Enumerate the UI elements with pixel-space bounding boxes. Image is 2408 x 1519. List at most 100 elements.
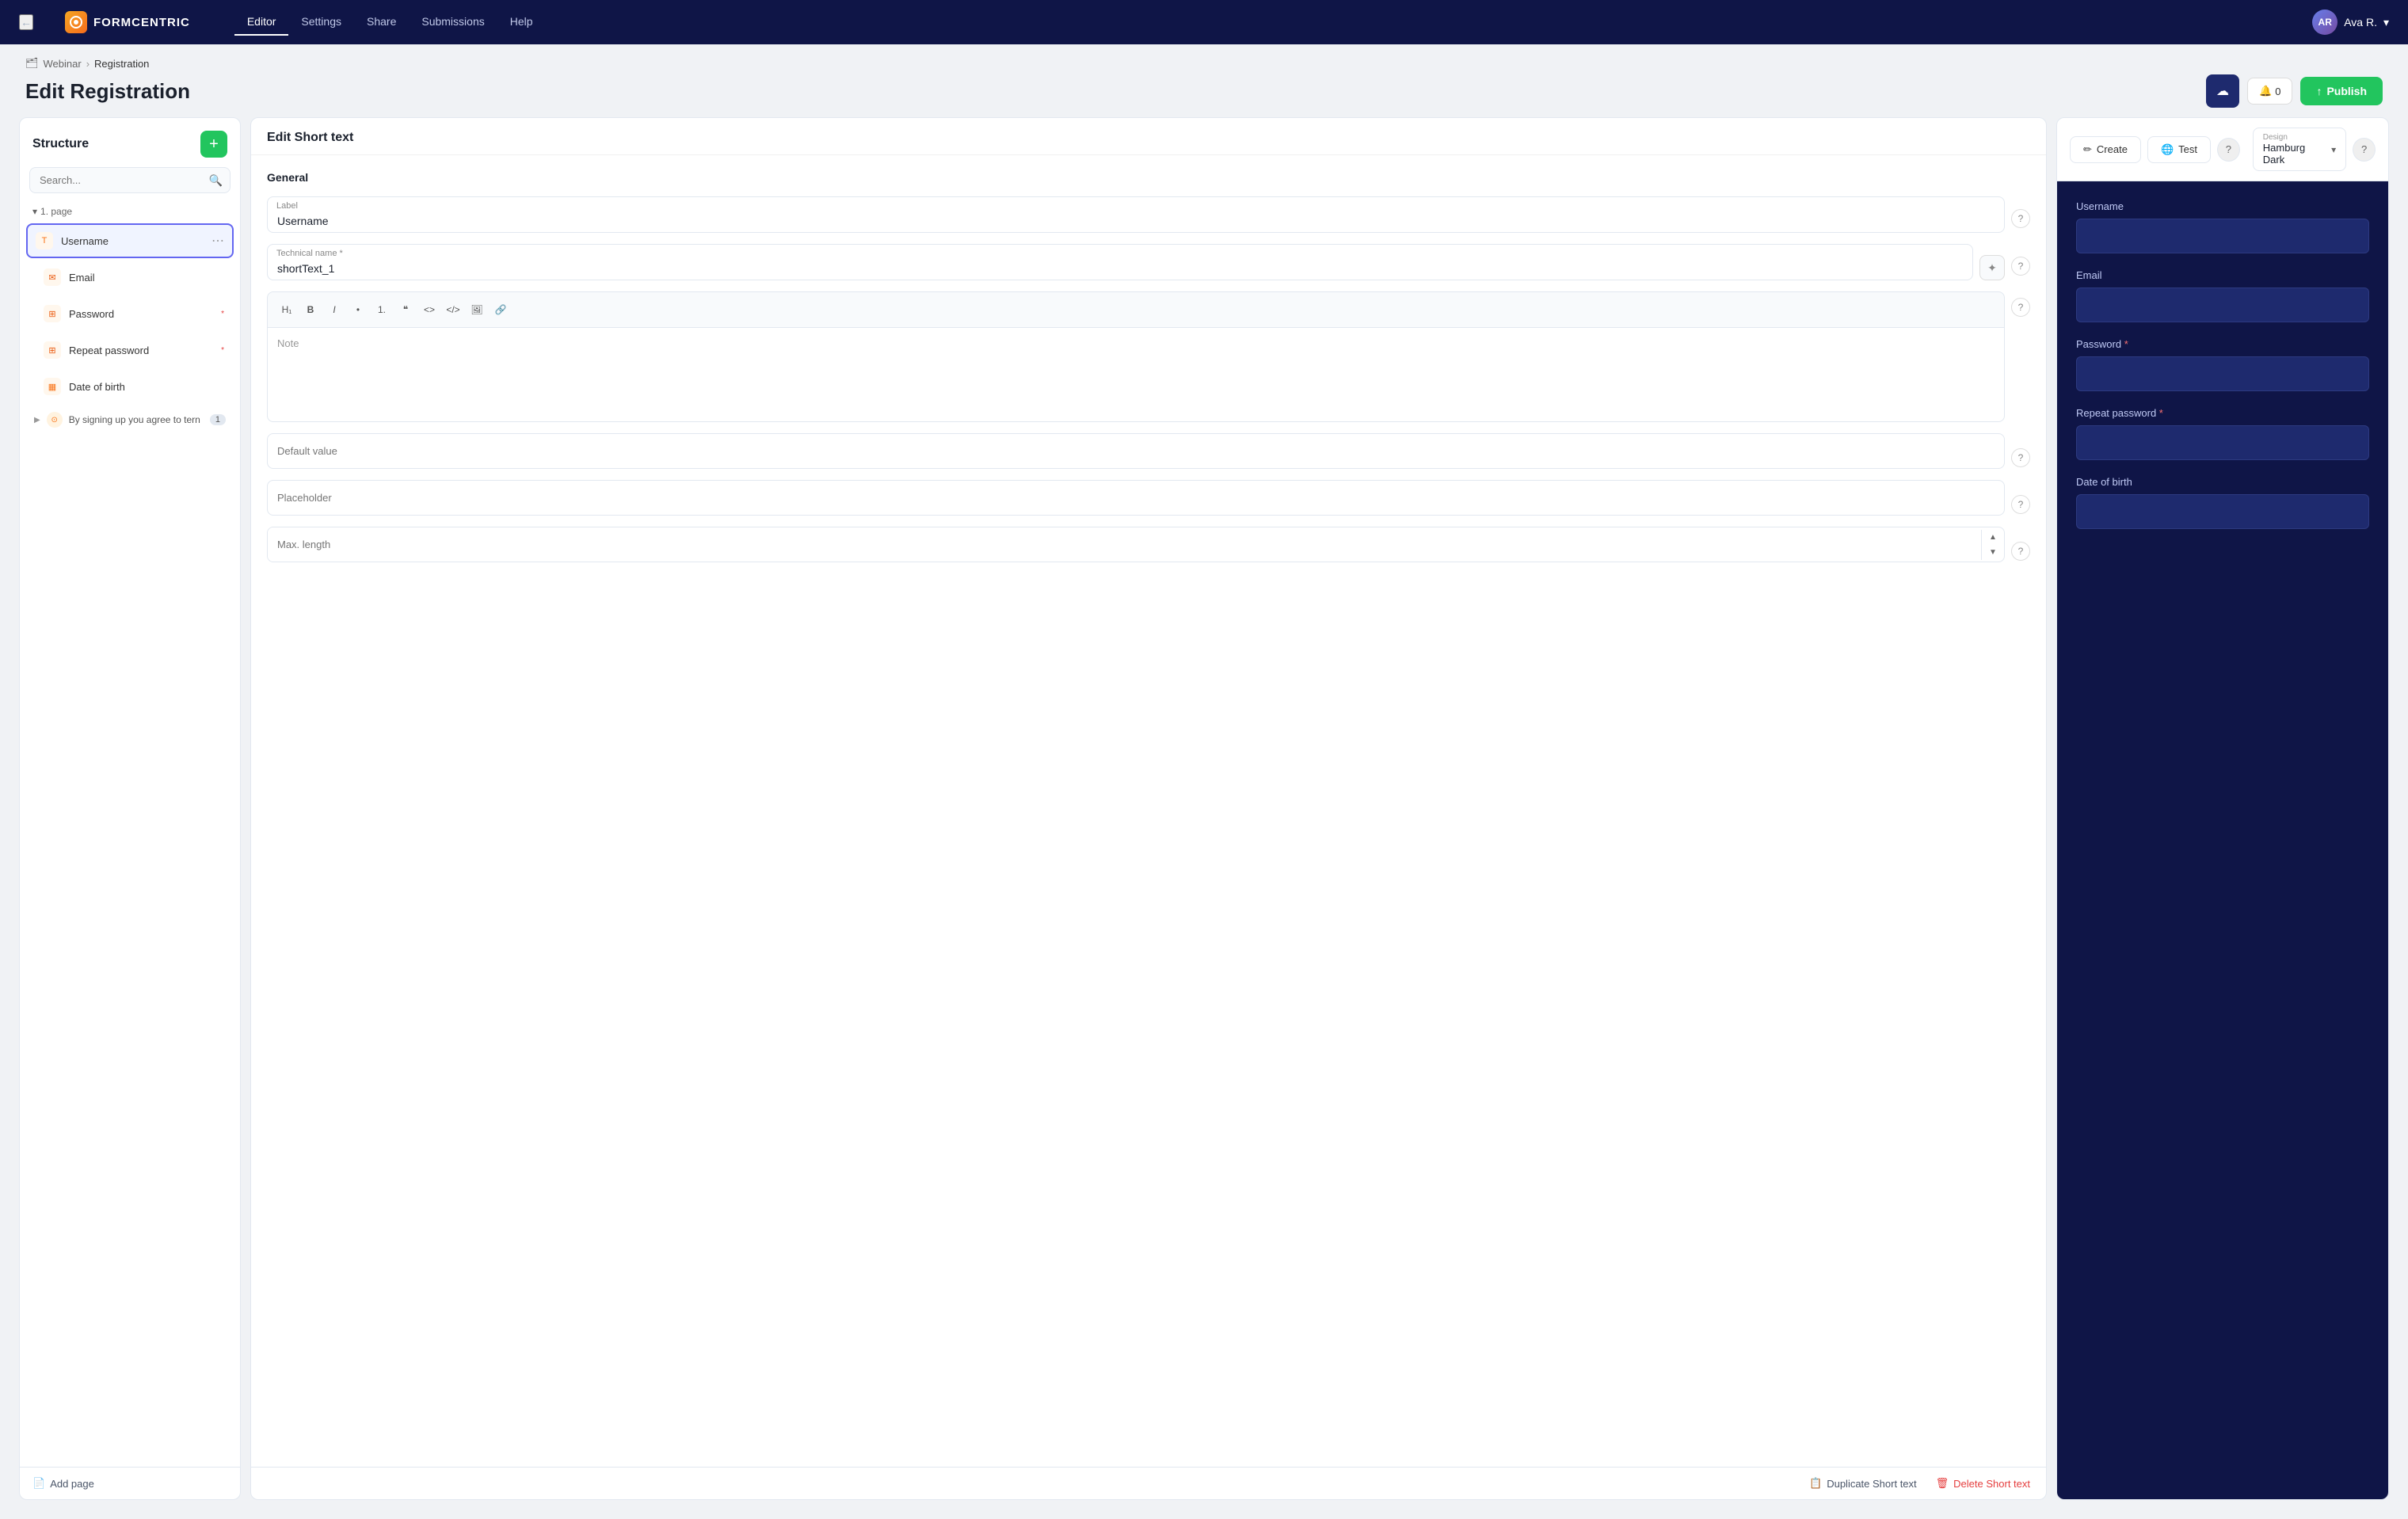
field-item-password[interactable]: ⊞ Password * [26, 296, 234, 331]
breadcrumb-folder-icon: 🗂 [25, 57, 39, 70]
header-actions: ☁ 🔔 0 ↑ Publish [2206, 74, 2383, 108]
note-field-group: H₁ B I • 1. ❝ <> </> 🖼 🔗 Note [267, 291, 2030, 422]
nav-share[interactable]: Share [354, 9, 409, 36]
note-help-icon[interactable]: ? [2011, 298, 2030, 317]
add-field-button[interactable]: + [200, 131, 227, 158]
default-value-row: ? [267, 433, 2030, 469]
required-star-repeat-password: * [2159, 407, 2163, 419]
toolbar-image[interactable]: 🖼 [466, 299, 488, 321]
stepper-down[interactable]: ▼ [1982, 545, 2004, 560]
delete-icon: 🗑 [1936, 1477, 1949, 1490]
field-icon-date-of-birth: ▦ [44, 378, 61, 395]
page-header: 🗂 Webinar › Registration Edit Registrati… [0, 44, 2408, 117]
breadcrumb-parent[interactable]: Webinar [44, 58, 82, 70]
globe-icon: 🌐 [2161, 143, 2174, 156]
max-length-input[interactable] [268, 527, 1981, 562]
field-item-group[interactable]: ▶ ⊙ By signing up you agree to tern 1 [26, 405, 234, 434]
toolbar-code-block[interactable]: </> [442, 299, 464, 321]
bell-icon: 🔔 [2259, 85, 2272, 97]
create-label: Create [2097, 143, 2128, 155]
delete-label: Delete Short text [1953, 1478, 2030, 1490]
field-item-email[interactable]: ✉ Email [26, 260, 234, 295]
cloud-save-button[interactable]: ☁ [2206, 74, 2239, 108]
field-item-username[interactable]: T Username ⋯ [26, 223, 234, 258]
note-rich-wrap: H₁ B I • 1. ❝ <> </> 🖼 🔗 Note [267, 291, 2005, 422]
rich-toolbar: H₁ B I • 1. ❝ <> </> 🖼 🔗 [267, 291, 2005, 327]
note-content-area[interactable]: Note [267, 327, 2005, 422]
placeholder-input[interactable] [267, 480, 2005, 516]
preview-label-repeat-password: Repeat password * [2076, 407, 2369, 419]
technical-name-input[interactable] [267, 244, 1973, 280]
topnav: ← FORMCENTRIC Editor Settings Share Subm… [0, 0, 2408, 44]
preview-field-date-of-birth: Date of birth [2076, 476, 2369, 529]
test-button[interactable]: 🌐 Test [2147, 136, 2211, 163]
add-page-label: Add page [50, 1478, 94, 1490]
breadcrumb: 🗂 Webinar › Registration [25, 57, 2383, 70]
field-name-username: Username [61, 235, 204, 247]
nav-help[interactable]: Help [497, 9, 546, 36]
add-page-button[interactable]: 📄 Add page [32, 1477, 94, 1490]
default-value-help-icon[interactable]: ? [2011, 448, 2030, 467]
user-menu[interactable]: AR Ava R. ▾ [2312, 10, 2389, 35]
toolbar-numbered[interactable]: 1. [371, 299, 393, 321]
add-page-icon: 📄 [32, 1477, 45, 1490]
delete-button[interactable]: 🗑 Delete Short text [1936, 1477, 2030, 1490]
toolbar-link[interactable]: 🔗 [490, 299, 512, 321]
technical-name-field: Technical name * [267, 244, 1973, 280]
toolbar-quote[interactable]: ❝ [394, 299, 417, 321]
group-badge: 1 [210, 414, 226, 425]
duplicate-icon: 📋 [1809, 1477, 1822, 1490]
label-field: Label [267, 196, 2005, 233]
cloud-icon: ☁ [2216, 83, 2229, 99]
edit-panel-body: General Label ? Technical name * ✦ ? [251, 155, 2046, 1467]
duplicate-label: Duplicate Short text [1827, 1478, 1916, 1490]
design-label: Design [2263, 133, 2326, 142]
design-help-button[interactable]: ? [2353, 138, 2376, 162]
page-label[interactable]: ▾ 1. page [26, 203, 234, 223]
preview-field-email: Email [2076, 269, 2369, 322]
stepper-up[interactable]: ▲ [1982, 530, 2004, 545]
placeholder-help-icon[interactable]: ? [2011, 495, 2030, 514]
preview-input-password[interactable] [2076, 356, 2369, 391]
nav-submissions[interactable]: Submissions [409, 9, 497, 36]
notifications-button[interactable]: 🔔 0 [2247, 78, 2292, 105]
wand-icon[interactable]: ✦ [1979, 255, 2005, 280]
label-help-icon[interactable]: ? [2011, 209, 2030, 228]
back-button[interactable]: ← [19, 14, 33, 30]
preview-help-button[interactable]: ? [2217, 138, 2240, 162]
stepper-buttons: ▲ ▼ [1981, 530, 2004, 560]
preview-label-email: Email [2076, 269, 2369, 281]
search-input[interactable] [29, 167, 231, 193]
preview-field-username: Username [2076, 200, 2369, 253]
breadcrumb-separator: › [86, 58, 90, 70]
publish-button[interactable]: ↑ Publish [2300, 77, 2383, 105]
preview-input-username[interactable] [2076, 219, 2369, 253]
toolbar-h1[interactable]: H₁ [276, 299, 298, 321]
preview-field-password: Password * [2076, 338, 2369, 391]
edit-panel-footer: 📋 Duplicate Short text 🗑 Delete Short te… [251, 1467, 2046, 1499]
field-menu-username[interactable]: ⋯ [211, 233, 224, 249]
preview-input-email[interactable] [2076, 287, 2369, 322]
toolbar-code-inline[interactable]: <> [418, 299, 440, 321]
label-input[interactable] [267, 196, 2005, 233]
preview-input-date-of-birth[interactable] [2076, 494, 2369, 529]
preview-toolbar: ✏ Create 🌐 Test ? Design Hamburg Dark ▾ … [2057, 118, 2388, 181]
field-item-repeat-password[interactable]: ⊞ Repeat password * [26, 333, 234, 367]
toolbar-bold[interactable]: B [299, 299, 322, 321]
max-length-help-icon[interactable]: ? [2011, 542, 2030, 561]
create-button[interactable]: ✏ Create [2070, 136, 2141, 163]
preview-input-repeat-password[interactable] [2076, 425, 2369, 460]
design-select[interactable]: Design Hamburg Dark ▾ [2253, 128, 2346, 171]
nav-editor[interactable]: Editor [234, 9, 289, 36]
nav-settings[interactable]: Settings [288, 9, 354, 36]
default-value-input[interactable] [267, 433, 2005, 469]
back-arrow-icon: ← [21, 16, 32, 29]
technical-name-help-icon[interactable]: ? [2011, 257, 2030, 276]
field-item-date-of-birth[interactable]: ▦ Date of birth [26, 369, 234, 404]
required-badge-repeat-password: * [221, 346, 224, 355]
duplicate-button[interactable]: 📋 Duplicate Short text [1809, 1477, 1917, 1490]
toolbar-italic[interactable]: I [323, 299, 345, 321]
toolbar-bullet[interactable]: • [347, 299, 369, 321]
structure-body: ▾ 1. page T Username ⋯ ✉ Email ⊞ Passwor… [20, 203, 240, 1467]
publish-label: Publish [2326, 85, 2367, 97]
